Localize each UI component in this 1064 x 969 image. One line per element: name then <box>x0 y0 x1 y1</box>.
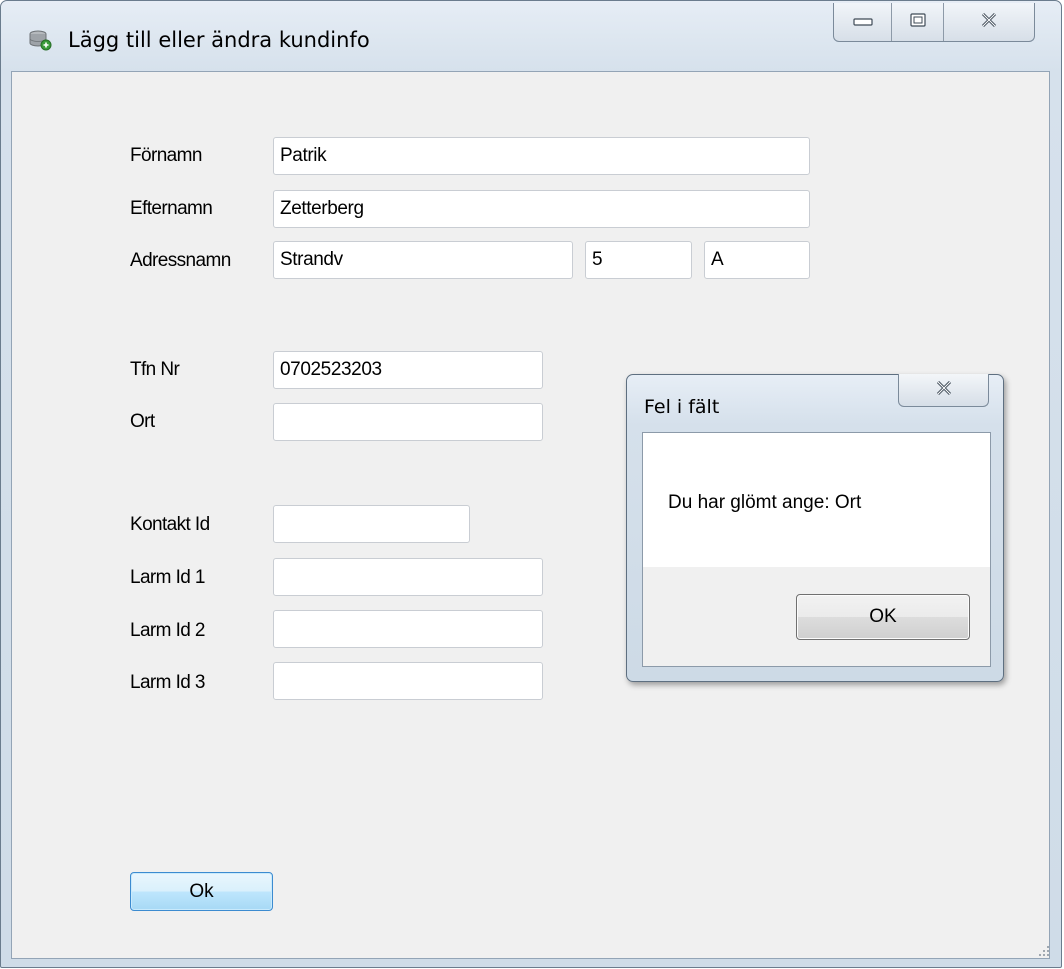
caption-buttons <box>833 3 1035 42</box>
minimize-icon <box>852 13 874 32</box>
label-fornamn: Förnamn <box>130 145 202 166</box>
adress-street-input[interactable] <box>273 241 573 279</box>
fornamn-input[interactable] <box>273 137 810 175</box>
dialog-content: Du har glömt ange: Ort OK <box>642 432 991 667</box>
dialog-close-button[interactable] <box>898 374 989 407</box>
kontakt-id-input[interactable] <box>273 505 470 543</box>
minimize-button[interactable] <box>834 3 892 41</box>
close-button[interactable] <box>944 3 1034 41</box>
label-larm-id-1: Larm Id 1 <box>130 567 205 588</box>
error-dialog: Fel i fält Du har glömt ange: Ort OK <box>626 374 1004 682</box>
larm-id-2-input[interactable] <box>273 610 543 648</box>
maximize-icon <box>909 12 927 33</box>
dialog-message-area: Du har glömt ange: Ort <box>643 433 990 567</box>
database-icon <box>28 29 52 51</box>
label-larm-id-3: Larm Id 3 <box>130 672 205 693</box>
close-icon <box>979 12 999 33</box>
label-adressnamn: Adressnamn <box>130 250 231 271</box>
dialog-title: Fel i fält <box>644 396 720 418</box>
adress-letter-input[interactable] <box>704 241 810 279</box>
larm-id-1-input[interactable] <box>273 558 543 596</box>
label-tfn-nr: Tfn Nr <box>130 359 180 380</box>
dialog-message: Du har glömt ange: Ort <box>668 492 862 513</box>
dialog-ok-button[interactable]: OK <box>796 594 970 640</box>
title-bar[interactable]: Lägg till eller ändra kundinfo <box>1 1 1061 71</box>
window-title: Lägg till eller ändra kundinfo <box>68 28 370 52</box>
label-efternamn: Efternamn <box>130 198 213 219</box>
efternamn-input[interactable] <box>273 190 810 228</box>
resize-grip-icon[interactable] <box>1036 943 1050 957</box>
close-icon <box>934 380 954 401</box>
larm-id-3-input[interactable] <box>273 662 543 700</box>
label-larm-id-2: Larm Id 2 <box>130 620 205 641</box>
label-ort: Ort <box>130 411 155 432</box>
ort-input[interactable] <box>273 403 543 441</box>
adress-number-input[interactable] <box>585 241 692 279</box>
ok-button[interactable]: Ok <box>130 872 273 911</box>
tfn-nr-input[interactable] <box>273 351 543 389</box>
maximize-button[interactable] <box>892 3 944 41</box>
label-kontakt-id: Kontakt Id <box>130 514 210 535</box>
